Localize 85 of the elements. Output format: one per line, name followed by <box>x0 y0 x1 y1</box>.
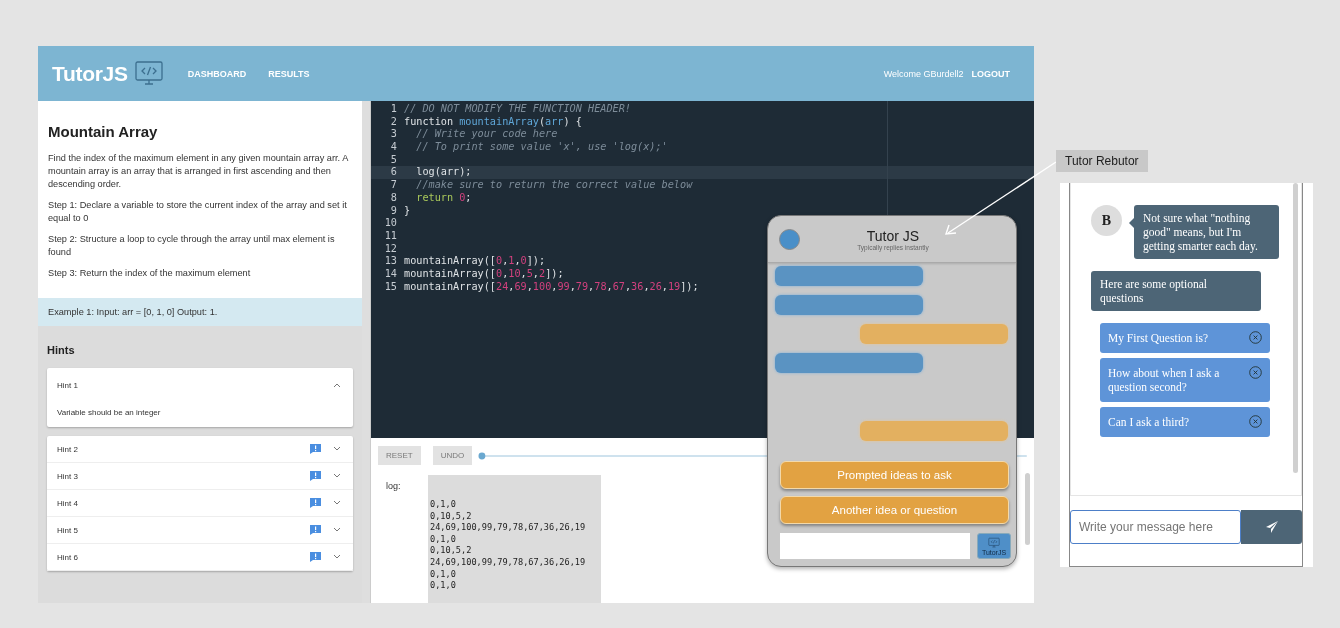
line-number: 9 <box>389 204 398 218</box>
suggestion-button[interactable]: Another idea or question <box>780 496 1009 524</box>
hint-header[interactable]: Hint 4 <box>47 490 353 517</box>
problem-text: Step 3: Return the index of the maximum element <box>48 267 252 280</box>
code-line: // To print some value 'x', use 'log(x);' <box>415 141 668 154</box>
toolbar-button[interactable]: RESET <box>378 446 421 465</box>
suggested-question[interactable]: Can I ask a third? <box>1100 407 1270 437</box>
chat-message: Not sure what "nothing good" means, but I'm getting smarter each day. <box>1129 205 1279 259</box>
chat-title: Tutor JS <box>865 227 921 244</box>
alert-icon <box>310 444 321 454</box>
code-line: // DO NOT MODIFY THE FUNCTION HEADER! <box>404 103 631 116</box>
problem-text: Step 1: Declare a variable to store the current index of the array and set it equal to 0 <box>48 199 348 225</box>
hint-header[interactable]: Hint 2 <box>47 436 353 463</box>
question-text: How about when I ask a question second? <box>1108 366 1221 394</box>
line-number: 7 <box>389 179 398 192</box>
avatar-circle <box>779 228 800 250</box>
avatar: B <box>1091 205 1122 236</box>
logout-link[interactable]: LOGOUT <box>971 68 1010 79</box>
code-line: mountainArray([0,10,5,2]); <box>404 267 564 281</box>
chevron-up-icon <box>333 382 341 388</box>
scroll-bar[interactable] <box>1293 183 1298 473</box>
alert-icon <box>310 525 321 535</box>
close-icon[interactable] <box>1249 366 1262 379</box>
code-line: mountainArray([24,69,100,99,79,78,67,36,26,19]); <box>404 280 699 294</box>
example-text: Example 1: Input: arr = [0, 1, 0] Output: 1. <box>38 298 362 326</box>
suggested-question[interactable]: My First Question is? <box>1100 323 1270 353</box>
chevron-down-icon <box>333 527 341 533</box>
line-number: 12 <box>383 242 398 256</box>
hint-text: Variable should be an integer <box>56 407 162 419</box>
message-field[interactable] <box>780 533 970 559</box>
chevron-down-icon <box>333 473 341 479</box>
alert-icon <box>310 471 321 481</box>
hint-header[interactable]: Hint 6 <box>47 544 353 571</box>
log-output: 0,1,0 0,10,5,2 24,69,100,99,79,78,67,36,26,19 0,1,0 0,10,5,2 24,69,100,99,79,78,67,36,26,19 0,1,0 0,1,0 <box>428 475 601 603</box>
monitor-code-icon <box>987 536 1001 549</box>
caption-label: Tutor Rebutor <box>1056 150 1148 172</box>
problem-title: Mountain Array <box>48 123 159 140</box>
chevron-down-icon <box>333 446 341 452</box>
nav-link[interactable]: DASHBOARD <box>187 68 247 79</box>
message-field[interactable]: Write your message here <box>1070 510 1241 544</box>
problem-text: Step 2: Structure a loop to cycle through the array until max element is found <box>48 233 336 259</box>
close-icon[interactable] <box>1249 415 1262 428</box>
question-text: My First Question is? <box>1108 331 1209 345</box>
code-line: log(arr); <box>415 166 472 180</box>
chat-message: Here are some optional questions <box>1091 271 1261 311</box>
line-number: 13 <box>383 255 398 268</box>
chevron-down-icon <box>333 554 341 560</box>
send-button[interactable] <box>1241 510 1302 544</box>
nav-link[interactable]: RESULTS <box>268 68 310 79</box>
hint-header[interactable]: Hint 3 <box>47 463 353 490</box>
line-number: 6 <box>389 166 398 180</box>
line-number: 15 <box>383 280 398 294</box>
question-text: Can I ask a third? <box>1108 415 1191 429</box>
code-line: //make sure to return the correct value below <box>415 179 693 192</box>
line-number: 5 <box>389 153 398 167</box>
hints-heading: Hints <box>47 344 76 356</box>
log-label: log: <box>385 480 402 493</box>
brand-name: TutorJS <box>52 61 128 86</box>
chevron-down-icon <box>333 500 341 506</box>
line-number: 1 <box>389 103 398 116</box>
code-line: mountainArray([0,1,0]); <box>404 255 546 268</box>
alert-icon <box>310 498 321 508</box>
line-number: 14 <box>383 267 398 281</box>
line-number: 8 <box>389 191 398 205</box>
suggestion-button[interactable]: Prompted ideas to ask <box>780 461 1009 489</box>
close-icon[interactable] <box>1249 331 1262 344</box>
alert-icon <box>310 552 321 562</box>
suggested-question[interactable]: How about when I ask a question second? <box>1100 358 1270 402</box>
welcome-text: Welcome GBurdell2 <box>883 68 964 79</box>
line-number: 3 <box>389 128 398 142</box>
send-icon <box>1264 520 1279 534</box>
hint-header[interactable]: Hint 1 <box>47 368 353 402</box>
toolbar-button[interactable]: UNDO <box>432 446 473 465</box>
line-number: 11 <box>383 229 398 243</box>
hint-header[interactable]: Hint 5 <box>47 517 353 544</box>
code-line: return 0; <box>415 191 472 205</box>
code-line: function mountainArray(arr) { <box>404 115 582 129</box>
code-line: } <box>404 204 411 218</box>
code-line: // Write your code here <box>415 128 558 142</box>
scroll-thumb[interactable] <box>1025 473 1030 545</box>
line-number: 10 <box>383 217 398 230</box>
problem-text: Find the index of the maximum element in any given mountain array arr. A mountain array is an array that is arranged in first ascending and then descending order. <box>48 152 349 191</box>
line-number: 4 <box>389 141 398 154</box>
line-number: 2 <box>389 115 398 129</box>
scroll-bar[interactable] <box>362 101 371 603</box>
